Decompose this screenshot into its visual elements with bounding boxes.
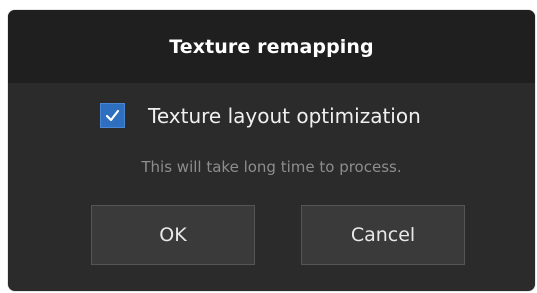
texture-layout-optimization-checkbox[interactable] [100,103,125,128]
cancel-button[interactable]: Cancel [301,205,465,265]
texture-layout-optimization-option[interactable]: Texture layout optimization [100,103,421,128]
ok-button[interactable]: OK [91,205,255,265]
checkmark-icon [105,109,120,122]
texture-remapping-dialog: Texture remapping Texture layout optimiz… [8,10,535,291]
dialog-title-bar: Texture remapping [8,10,535,83]
processing-hint-text: This will take long time to process. [141,158,402,176]
checkbox-label: Texture layout optimization [148,103,421,128]
dialog-title: Texture remapping [169,35,374,58]
